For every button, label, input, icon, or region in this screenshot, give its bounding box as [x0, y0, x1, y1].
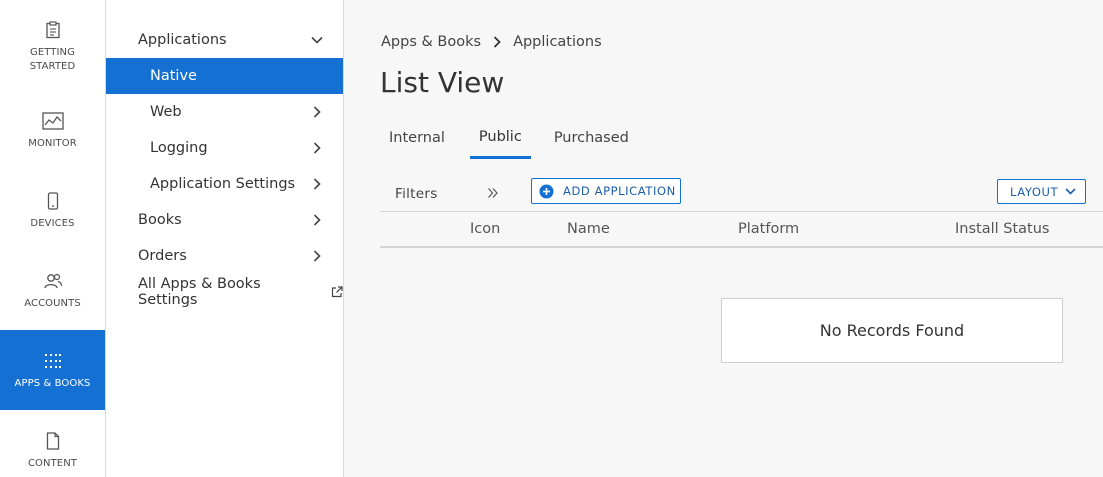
- breadcrumb-link-apps-books[interactable]: Apps & Books: [381, 34, 481, 50]
- breadcrumb-current: Applications: [513, 34, 602, 50]
- rail-label: APPS & BOOKS: [14, 377, 91, 389]
- expand-filters-icon[interactable]: [484, 184, 502, 202]
- nav-item-books[interactable]: Books: [106, 202, 343, 238]
- plus-circle-icon: [539, 184, 554, 199]
- chevron-right-icon: [309, 212, 325, 228]
- chart-icon: [41, 110, 64, 132]
- page-title: List View: [380, 66, 505, 99]
- breadcrumb: Apps & Books Applications: [381, 32, 602, 52]
- nav-item-label: Logging: [150, 140, 208, 156]
- add-application-label: ADD APPLICATION: [563, 184, 676, 198]
- rail-item-content[interactable]: CONTENT: [0, 410, 105, 477]
- column-header-platform[interactable]: Platform: [738, 221, 799, 237]
- rail-label: ACCOUNTS: [24, 297, 81, 309]
- apps-grid-icon: [42, 350, 64, 372]
- column-header-name[interactable]: Name: [567, 221, 610, 237]
- layout-label: LAYOUT: [1010, 184, 1059, 199]
- grid-toolbar: Filters ADD APPLICATION LAYOUT: [380, 176, 1103, 212]
- column-header-icon[interactable]: Icon: [470, 221, 500, 237]
- chevron-right-icon: [309, 140, 325, 156]
- rail-label: DEVICES: [30, 217, 75, 229]
- chevron-right-icon: [493, 36, 501, 48]
- add-application-button[interactable]: ADD APPLICATION: [531, 178, 681, 204]
- nav-item-applications[interactable]: Applications: [106, 22, 343, 58]
- nav-item-orders[interactable]: Orders: [106, 238, 343, 274]
- nav-item-all-apps-books-settings[interactable]: All Apps & Books Settings: [106, 274, 343, 310]
- chevron-down-icon: [1065, 188, 1076, 195]
- tab-internal[interactable]: Internal: [380, 118, 454, 158]
- tab-public[interactable]: Public: [469, 118, 531, 159]
- chevron-right-icon: [309, 104, 325, 120]
- clipboard-icon: [42, 19, 64, 41]
- filters-label[interactable]: Filters: [395, 186, 438, 202]
- rail-item-getting-started[interactable]: GETTING STARTED: [0, 6, 105, 86]
- chevron-right-icon: [309, 176, 325, 192]
- grid-header: Icon Name Platform Install Status: [380, 212, 1103, 248]
- nav-item-application-settings[interactable]: Application Settings: [106, 166, 343, 202]
- nav-item-logging[interactable]: Logging: [106, 130, 343, 166]
- document-icon: [42, 430, 64, 452]
- rail-item-monitor[interactable]: MONITOR: [0, 90, 105, 170]
- nav-item-web[interactable]: Web: [106, 94, 343, 130]
- users-icon: [42, 270, 64, 292]
- tab-purchased[interactable]: Purchased: [545, 118, 638, 158]
- nav-item-label: Orders: [138, 248, 187, 264]
- nav-item-label: Books: [138, 212, 182, 228]
- chevron-down-icon: [309, 32, 325, 48]
- external-link-icon: [331, 286, 343, 298]
- nav-item-label: Applications: [138, 32, 227, 48]
- rail-label: GETTING STARTED: [29, 46, 76, 72]
- rail-label: CONTENT: [27, 457, 78, 469]
- main-content: Apps & Books Applications List View Inte…: [344, 0, 1103, 477]
- primary-rail: GETTING STARTED MONITOR DEVICES ACCOUNTS: [0, 0, 106, 477]
- phone-icon: [42, 190, 64, 212]
- nav-item-label: Application Settings: [150, 176, 296, 192]
- layout-dropdown-button[interactable]: LAYOUT: [997, 179, 1086, 204]
- rail-item-accounts[interactable]: ACCOUNTS: [0, 250, 105, 330]
- nav-item-label: Native: [150, 68, 197, 84]
- nav-item-label: Web: [150, 104, 182, 120]
- secondary-nav: Applications Native Web Logging Applicat…: [106, 0, 344, 477]
- nav-item-native[interactable]: Native: [106, 58, 343, 94]
- column-header-install-status[interactable]: Install Status: [955, 221, 1049, 237]
- rail-item-devices[interactable]: DEVICES: [0, 170, 105, 250]
- rail-item-apps-books[interactable]: APPS & BOOKS: [0, 330, 105, 410]
- empty-state-message: No Records Found: [721, 298, 1063, 363]
- nav-item-label: All Apps & Books Settings: [138, 276, 261, 308]
- chevron-right-icon: [309, 248, 325, 264]
- rail-label: MONITOR: [28, 137, 77, 149]
- tab-bar: Internal Public Purchased: [380, 118, 652, 160]
